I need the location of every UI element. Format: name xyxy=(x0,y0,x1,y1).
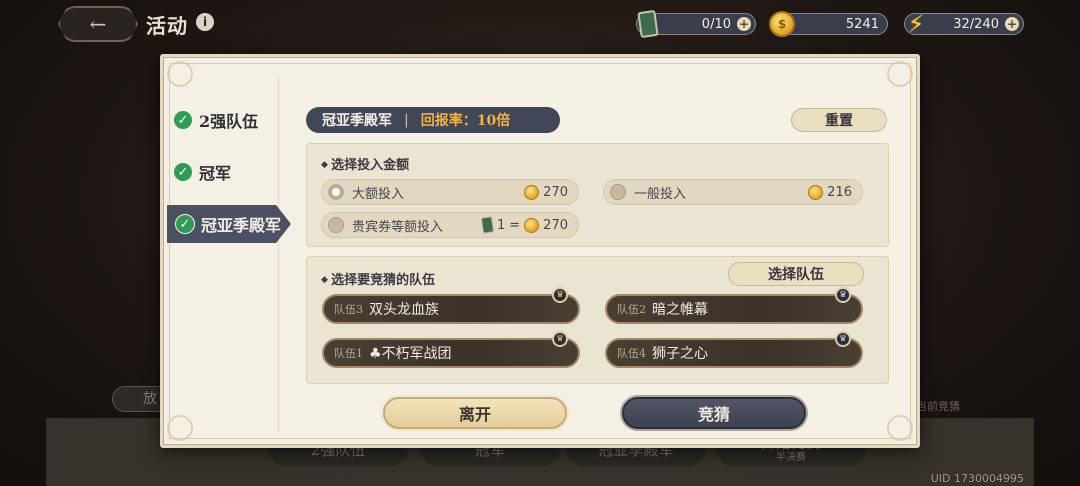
sidebar-item-label: 2强队伍 xyxy=(199,112,259,131)
check-icon: ✓ xyxy=(173,110,193,130)
add-tickets-button[interactable]: + xyxy=(737,17,751,31)
coin-icon: $ xyxy=(767,8,797,40)
corner-ornament xyxy=(167,61,193,87)
corner-ornament xyxy=(887,61,913,87)
gold-medal-icon: ♛ xyxy=(552,331,568,347)
coin-icon xyxy=(524,184,540,200)
coin-count: 5241 xyxy=(845,16,879,32)
back-arrow-icon: ← xyxy=(89,12,107,36)
team-tag: 队伍2 xyxy=(617,303,646,316)
silver-medal-icon: ♛ xyxy=(835,331,851,347)
invest-cost: 1 = 270 xyxy=(480,216,568,234)
sidebar-item-label: 冠亚季殿军 xyxy=(201,216,282,235)
resource-tickets: 0/10 + xyxy=(636,9,756,39)
cost-value: 270 xyxy=(543,217,568,233)
silver-medal-icon: ♛ xyxy=(835,287,851,303)
energy-icon: ⚡ xyxy=(907,10,925,38)
cost-value: 216 xyxy=(827,184,852,200)
title-separator: | xyxy=(404,112,409,128)
sidebar-item-two-teams[interactable]: ✓ 2强队伍 xyxy=(173,101,258,139)
reset-button[interactable]: 重置 xyxy=(791,108,887,132)
ticket-count: 1 xyxy=(496,217,506,233)
invest-option-label: 一般投入 xyxy=(634,186,687,202)
dialog-title-pill: 冠亚季殿军 | 回报率：10倍 xyxy=(306,107,560,133)
equals-sign: = xyxy=(509,217,521,233)
ticket-icon xyxy=(480,216,495,234)
invest-cost: 270 xyxy=(524,184,568,200)
corner-ornament xyxy=(887,415,913,441)
team-slot[interactable]: 队伍1 ♣不朽军战团 ♛ xyxy=(322,331,580,368)
invest-section: 选择投入金额 大额投入 270 一般投入 216 贵宾券等额投入 1 = xyxy=(306,143,889,247)
uid-label: UID 1730004995 xyxy=(930,472,1024,485)
guess-button[interactable]: 竞猜 xyxy=(622,397,806,429)
leave-button[interactable]: 离开 xyxy=(383,397,567,429)
guess-dialog: ✓ 2强队伍 ✓ 冠军 ✓ 冠亚季殿军 冠亚季殿军 | 回报率：10倍 重置 选… xyxy=(160,54,920,448)
check-icon: ✓ xyxy=(173,162,193,182)
invest-option-label: 大额投入 xyxy=(352,186,405,202)
invest-option-normal[interactable]: 一般投入 216 xyxy=(603,179,863,205)
select-team-button[interactable]: 选择队伍 xyxy=(728,262,864,286)
add-energy-button[interactable]: + xyxy=(1005,17,1019,31)
invest-option-large[interactable]: 大额投入 270 xyxy=(321,179,579,205)
invest-section-title: 选择投入金额 xyxy=(321,154,409,173)
invest-cost: 216 xyxy=(808,184,852,200)
team-name: ♣不朽军战团 xyxy=(369,346,452,362)
team-slot[interactable]: 队伍4 狮子之心 ♛ xyxy=(605,331,863,368)
sidebar-item-champion[interactable]: ✓ 冠军 xyxy=(173,153,231,191)
info-icon[interactable]: i xyxy=(196,13,214,31)
check-icon: ✓ xyxy=(175,214,195,234)
team-name: 狮子之心 xyxy=(652,346,708,362)
team-section-title: 选择要竞猜的队伍 xyxy=(321,269,435,288)
radio-unselected xyxy=(610,184,626,200)
resource-coins: $ 5241 xyxy=(769,11,888,37)
ticket-icon xyxy=(633,8,663,40)
team-name: 双头龙血族 xyxy=(369,302,439,318)
page-title: 活动 xyxy=(146,14,188,38)
bg-tab-start-sub: 半决赛 xyxy=(776,451,806,463)
team-tag: 队伍3 xyxy=(334,303,363,316)
cost-value: 270 xyxy=(543,184,568,200)
corner-ornament xyxy=(167,415,193,441)
energy-count: 32/240 xyxy=(953,16,999,32)
dialog-title: 冠亚季殿军 xyxy=(322,113,392,129)
sidebar-divider xyxy=(278,77,279,432)
bg-side-text: 当前竞猜 xyxy=(916,400,960,413)
radio-unselected xyxy=(328,217,344,233)
gold-medal-icon: ♛ xyxy=(552,287,568,303)
radio-selected xyxy=(328,184,344,200)
back-button[interactable]: ← xyxy=(58,6,138,42)
invest-option-label: 贵宾券等额投入 xyxy=(352,219,444,235)
coin-icon xyxy=(808,184,824,200)
ticket-count: 0/10 xyxy=(701,16,731,32)
sidebar-item-label: 冠军 xyxy=(199,164,232,183)
team-tag: 队伍1 xyxy=(334,347,363,360)
team-slot[interactable]: 队伍3 双头龙血族 ♛ xyxy=(322,287,580,324)
team-slot[interactable]: 队伍2 暗之帷幕 ♛ xyxy=(605,287,863,324)
resource-energy: ⚡ 32/240 + xyxy=(904,10,1024,38)
invest-option-vip-ticket[interactable]: 贵宾券等额投入 1 = 270 xyxy=(321,212,579,238)
sidebar-item-podium[interactable]: ✓ 冠亚季殿军 xyxy=(167,205,291,243)
coin-icon xyxy=(524,217,540,233)
return-rate: 回报率：10倍 xyxy=(420,113,511,129)
team-tag: 队伍4 xyxy=(617,347,646,360)
team-name: 暗之帷幕 xyxy=(652,302,708,318)
